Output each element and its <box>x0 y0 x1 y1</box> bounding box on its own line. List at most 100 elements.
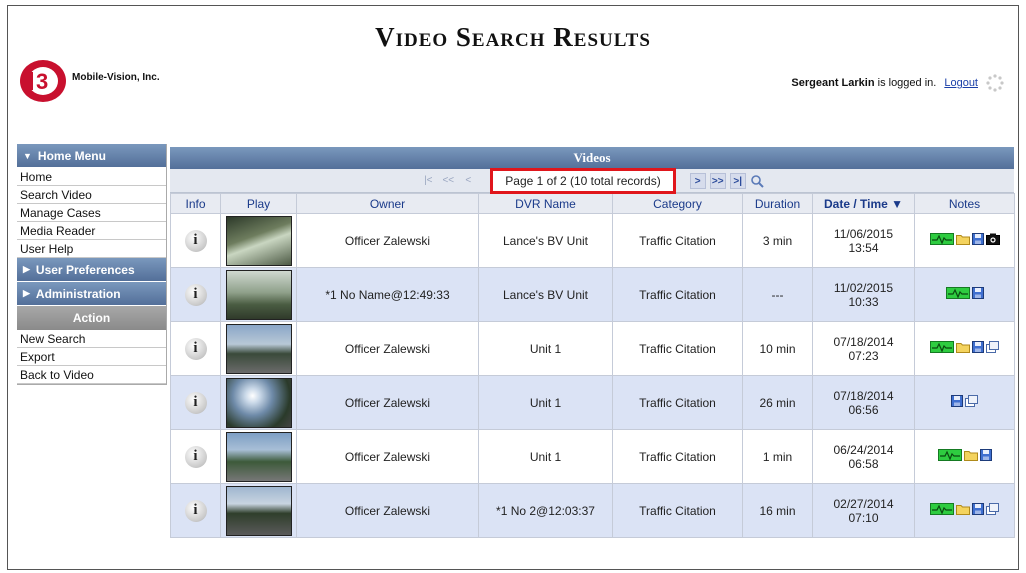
duration-cell: 1 min <box>742 429 813 484</box>
sidebar-item-media-reader[interactable]: Media Reader <box>17 222 166 240</box>
user-preferences-header[interactable]: ▶ User Preferences <box>17 258 166 282</box>
video-thumbnail[interactable] <box>225 431 292 482</box>
next-page-button[interactable]: > <box>689 172 706 189</box>
duration-cell: 16 min <box>742 483 813 538</box>
play-cell <box>220 429 297 484</box>
duration-cell: 10 min <box>742 321 813 376</box>
time-text: 07:23 <box>848 348 879 363</box>
gps-track-icon[interactable] <box>945 287 970 299</box>
owner-cell: Officer Zalewski <box>296 375 479 430</box>
videos-panel: Videos |< << < Page 1 of 2 (10 total rec… <box>170 147 1015 538</box>
home-menu-label: Home Menu <box>37 148 106 163</box>
prev-page-button[interactable]: < <box>460 173 476 189</box>
info-icon[interactable]: i <box>184 337 207 360</box>
folder-icon[interactable] <box>956 503 970 515</box>
folder-icon[interactable] <box>963 449 978 461</box>
notes-icons <box>945 287 984 299</box>
action-back-to-video[interactable]: Back to Video <box>17 366 166 384</box>
col-duration[interactable]: Duration <box>742 193 813 214</box>
dvr-name-cell: Unit 1 <box>478 375 613 430</box>
info-icon[interactable]: i <box>184 499 207 522</box>
table-row[interactable]: i Officer Zalewski Lance's BV Unit Traff… <box>170 213 1015 268</box>
col-category[interactable]: Category <box>612 193 743 214</box>
info-icon[interactable]: i <box>184 283 207 306</box>
duration-cell: 26 min <box>742 375 813 430</box>
action-export[interactable]: Export <box>17 348 166 366</box>
save-disk-icon[interactable] <box>971 287 984 299</box>
col-date-time[interactable]: Date / Time ▼ <box>812 193 915 214</box>
logout-link[interactable]: Logout <box>944 77 978 89</box>
collapsed-arrow-icon: ▶ <box>23 264 30 274</box>
info-icon[interactable]: i <box>184 445 207 468</box>
table-header-row: Info Play Owner DVR Name Category Durati… <box>170 193 1015 214</box>
time-text: 07:10 <box>848 510 879 525</box>
info-icon[interactable]: i <box>184 229 207 252</box>
folder-icon[interactable] <box>956 341 970 353</box>
camera-icon[interactable] <box>985 233 1000 245</box>
administration-header[interactable]: ▶ Administration <box>17 282 166 306</box>
notes-icons <box>929 233 1000 245</box>
first-page-button[interactable]: |< <box>420 173 436 189</box>
sidebar-item-user-help[interactable]: User Help <box>17 240 166 258</box>
user-name: Sergeant Larkin <box>791 77 875 89</box>
notes-cell <box>914 429 1015 484</box>
info-icon[interactable]: i <box>184 391 207 414</box>
copy-icon[interactable] <box>986 503 999 515</box>
col-info: Info <box>170 193 221 214</box>
play-cell <box>220 321 297 376</box>
sidebar-item-home[interactable]: Home <box>17 168 166 186</box>
prev-many-button[interactable]: << <box>440 173 456 189</box>
videos-title: Videos <box>170 147 1014 169</box>
owner-cell: *1 No Name@12:49:33 <box>296 267 479 322</box>
notes-cell <box>914 213 1015 268</box>
table-row[interactable]: i Officer Zalewski Unit 1 Traffic Citati… <box>170 375 1015 430</box>
save-disk-icon[interactable] <box>971 233 984 245</box>
copy-icon[interactable] <box>965 395 978 407</box>
save-disk-icon[interactable] <box>972 503 984 515</box>
table-row[interactable]: i Officer Zalewski Unit 1 Traffic Citati… <box>170 429 1015 484</box>
pagination-bar: |< << < Page 1 of 2 (10 total records) >… <box>170 167 1014 194</box>
folder-icon[interactable] <box>955 233 970 245</box>
gps-track-icon[interactable] <box>930 503 954 515</box>
col-dvr-name[interactable]: DVR Name <box>478 193 613 214</box>
gps-track-icon[interactable] <box>929 233 954 245</box>
date-time-cell: 07/18/2014 07:23 <box>812 321 915 376</box>
home-menu-header[interactable]: ▼ Home Menu <box>17 144 166 168</box>
table-row[interactable]: i Officer Zalewski Unit 1 Traffic Citati… <box>170 321 1015 376</box>
dvr-name-cell: *1 No 2@12:03:37 <box>478 483 613 538</box>
video-thumbnail[interactable] <box>225 323 292 374</box>
category-cell: Traffic Citation <box>612 429 743 484</box>
loading-spinner-icon <box>986 74 1004 92</box>
save-disk-icon[interactable] <box>979 449 992 461</box>
video-thumbnail[interactable] <box>225 215 292 266</box>
col-notes: Notes <box>914 193 1015 214</box>
page-title: Video Search Results <box>375 22 651 52</box>
col-owner[interactable]: Owner <box>296 193 479 214</box>
last-page-button[interactable]: >| <box>729 172 746 189</box>
action-new-search[interactable]: New Search <box>17 330 166 348</box>
magnifier-icon[interactable] <box>750 174 764 188</box>
video-thumbnail[interactable] <box>225 377 292 428</box>
info-cell: i <box>170 213 221 268</box>
video-thumbnail[interactable] <box>225 485 292 536</box>
action-header: Action <box>17 306 166 330</box>
table-row[interactable]: i Officer Zalewski *1 No 2@12:03:37 Traf… <box>170 483 1015 538</box>
gps-track-icon[interactable] <box>930 341 954 353</box>
info-cell: i <box>170 429 221 484</box>
brand-name: Mobile-Vision, Inc. <box>72 72 160 83</box>
save-disk-icon[interactable] <box>972 341 984 353</box>
sidebar-item-search-video[interactable]: Search Video <box>17 186 166 204</box>
video-thumbnail[interactable] <box>225 269 292 320</box>
svg-text:3: 3 <box>36 69 48 94</box>
date-text: 06/24/2014 <box>833 442 894 457</box>
info-cell: i <box>170 267 221 322</box>
next-many-button[interactable]: >> <box>709 172 726 189</box>
play-cell <box>220 483 297 538</box>
category-cell: Traffic Citation <box>612 267 743 322</box>
gps-track-icon[interactable] <box>937 449 962 461</box>
sidebar-item-manage-cases[interactable]: Manage Cases <box>17 204 166 222</box>
copy-icon[interactable] <box>986 341 999 353</box>
save-disk-icon[interactable] <box>951 395 963 407</box>
table-row[interactable]: i *1 No Name@12:49:33 Lance's BV Unit Tr… <box>170 267 1015 322</box>
logged-in-text: is logged in. <box>877 77 937 89</box>
